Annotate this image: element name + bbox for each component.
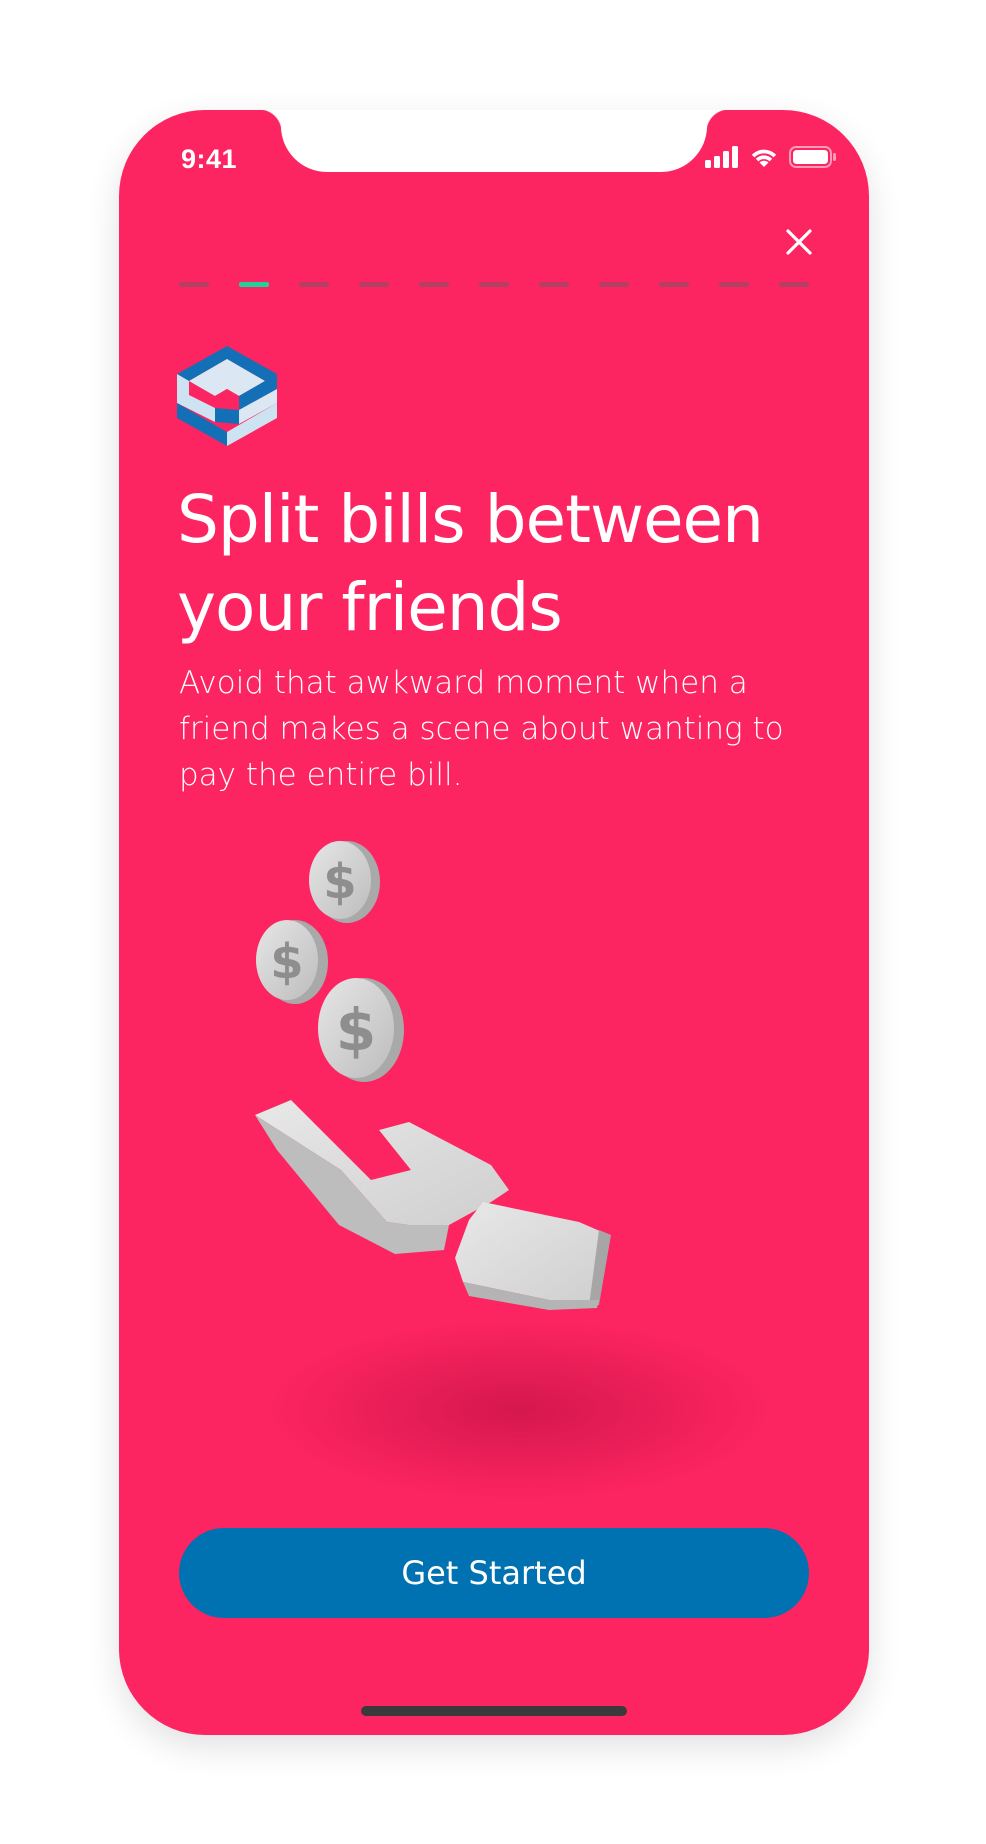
- coin-top: $: [309, 841, 380, 923]
- progress-step-7: [539, 282, 569, 287]
- svg-text:$: $: [270, 934, 303, 990]
- progress-step-9: [659, 282, 689, 287]
- close-button[interactable]: [779, 222, 819, 262]
- status-time: 9:41: [181, 144, 238, 174]
- onboarding-headline: Split bills between your friends: [177, 481, 764, 646]
- progress-step-11: [779, 282, 809, 287]
- app-logo-icon: [177, 346, 277, 446]
- onboarding-description: Avoid that awkward moment when a friend …: [179, 665, 784, 793]
- phone-screen: 9:41 Split bills between your friends Av…: [119, 110, 869, 1735]
- hand-with-coins-illustration: $ $ $: [255, 841, 769, 1500]
- svg-text:$: $: [323, 854, 356, 910]
- home-indicator: [361, 1706, 627, 1716]
- svg-text:$: $: [336, 996, 376, 1064]
- signal-icon: [705, 146, 738, 168]
- progress-step-6: [479, 282, 509, 287]
- coin-left: $: [256, 920, 328, 1004]
- coin-bottom: $: [318, 978, 404, 1082]
- status-icons: [705, 146, 837, 168]
- close-icon: [786, 229, 812, 255]
- progress-step-3: [299, 282, 329, 287]
- device-notch: [259, 110, 729, 172]
- progress-step-5: [419, 282, 449, 287]
- wifi-icon: [751, 149, 777, 167]
- get-started-button[interactable]: Get Started: [179, 1528, 809, 1618]
- progress-step-1: [179, 282, 209, 287]
- progress-step-4: [359, 282, 389, 287]
- hand-shape: [255, 1100, 611, 1310]
- progress-step-8: [599, 282, 629, 287]
- progress-step-2: [239, 282, 269, 287]
- progress-step-10: [719, 282, 749, 287]
- battery-icon: [789, 146, 836, 168]
- onboarding-progress: [179, 282, 809, 287]
